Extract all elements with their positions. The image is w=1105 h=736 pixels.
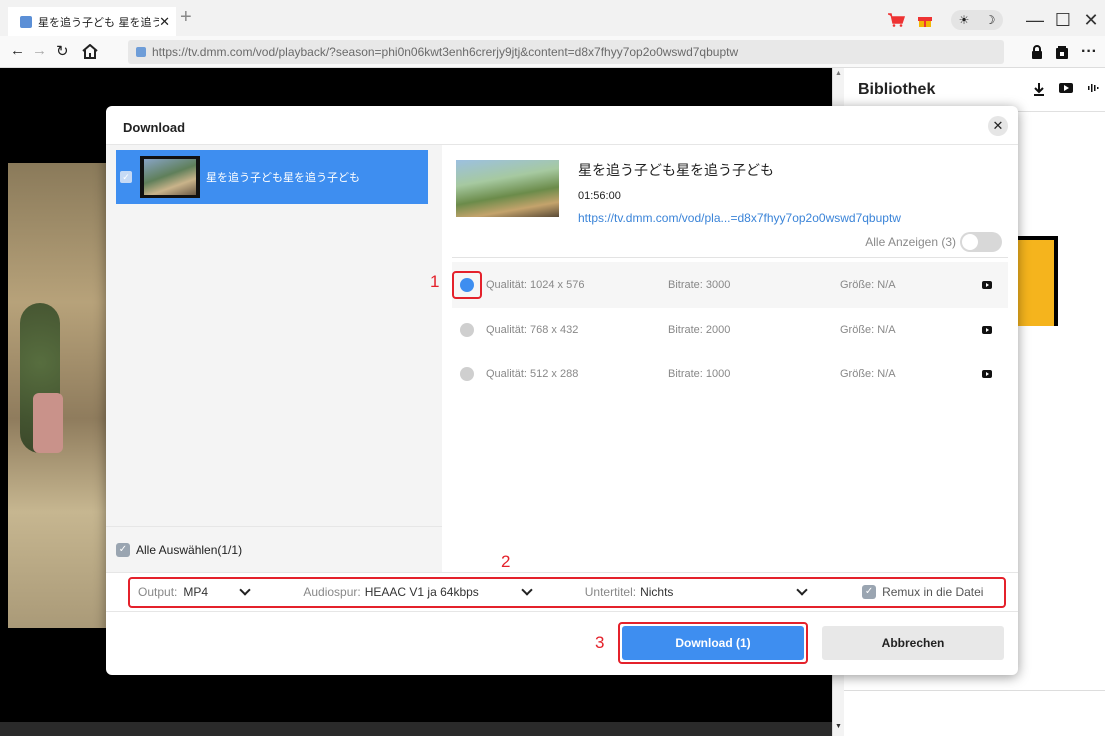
select-all-checkbox[interactable]: ✓ [116,542,130,557]
url-text: https://tv.dmm.com/vod/playback/?season=… [152,45,739,59]
minimize-button[interactable]: — [1021,10,1049,31]
tab-title: 星を追う子ども 星を追う [38,15,160,29]
select-all-label[interactable]: Alle Auswählen(1/1) [136,543,242,557]
dialog-title: Download [123,120,186,135]
back-icon[interactable]: ← [10,42,25,59]
maximize-button[interactable]: ☐ [1049,10,1077,31]
list-thumbnail [140,156,200,198]
dialog-close-button[interactable]: ✕ [988,116,1008,136]
annotation-box-1 [452,271,482,299]
padlock-icon[interactable] [1031,45,1043,59]
show-all-toggle[interactable] [960,232,1002,252]
library-tools [1033,82,1099,96]
download-dialog: Download ✕ ✓ 星を追う子ども星を追う子ども ✓ Alle Auswä… [106,106,1018,675]
video-title: 星を追う子ども星を追う子ども [578,163,774,179]
page-bottom-strip [0,722,832,736]
forward-icon[interactable]: → [32,42,47,59]
library-divider [844,690,1105,691]
show-all-control: Alle Anzeigen (3) [865,232,1002,252]
quality-divider [452,257,1008,258]
browser-tab[interactable]: 星を追う子ども 星を追う ✕ [8,7,176,36]
quality-row[interactable]: Qualität: 512 x 288 Bitrate: 1000 Größe:… [452,351,1008,397]
annotation-number-2: 2 [501,552,511,571]
video-frame [8,163,108,628]
home-icon[interactable] [82,44,98,59]
annotation-box-2 [128,577,1006,608]
quality-row[interactable]: Qualität: 1024 x 576 Bitrate: 3000 Größe… [452,262,1008,308]
gift-icon[interactable] [917,12,933,28]
library-artwork [1018,236,1058,326]
site-icon [136,47,146,57]
bitrate-label: Bitrate: 2000 [668,324,731,336]
quality-label: Qualität: 1024 x 576 [486,279,585,291]
titlebar-controls: ☀ ☽ — ☐ ✕ [887,6,1105,34]
audio-icon[interactable] [1087,82,1099,94]
scroll-down-icon[interactable]: ▼ [835,723,842,730]
quality-radio[interactable] [460,367,474,381]
size-label: Größe: N/A [840,279,896,291]
size-label: Größe: N/A [840,324,896,336]
video-link[interactable]: https://tv.dmm.com/vod/pla...=d8x7fhyy7o… [578,211,901,225]
tab-bar: 星を追う子ども 星を追う ✕ + ☀ ☽ — ☐ ✕ [0,0,1105,36]
reload-icon[interactable]: ↻ [56,42,69,60]
annotation-number-3: 3 [595,633,605,652]
scroll-up-icon[interactable]: ▲ [835,70,842,77]
video-detail: 星を追う子ども星を追う子ども 01:56:00 https://tv.dmm.c… [430,145,1018,572]
play-icon[interactable] [982,326,992,334]
list-item-title: 星を追う子ども星を追う子ども [206,171,360,184]
tab-close-icon[interactable]: ✕ [159,14,170,30]
cart-icon[interactable] [887,13,905,27]
play-icon[interactable] [982,281,992,289]
cancel-button[interactable]: Abbrechen [822,626,1004,660]
window-close-button[interactable]: ✕ [1077,10,1105,31]
play-icon[interactable] [982,370,992,378]
list-item[interactable]: ✓ 星を追う子ども星を追う子ども [116,150,428,204]
video-duration: 01:56:00 [578,190,621,202]
video-icon[interactable] [1059,82,1073,94]
favicon-icon [20,15,32,28]
bitrate-label: Bitrate: 1000 [668,368,731,380]
quality-radio[interactable] [460,323,474,337]
scene-bag [33,393,63,453]
toolbar-right: ··· [1031,43,1097,61]
bitrate-label: Bitrate: 3000 [668,279,731,291]
theme-toggle[interactable]: ☀ ☽ [951,10,1003,30]
annotation-box-3 [618,622,808,664]
size-label: Größe: N/A [840,368,896,380]
address-bar: ← → ↻ https://tv.dmm.com/vod/playback/?s… [0,36,1105,68]
video-list: ✓ 星を追う子ども星を追う子ども [106,145,442,572]
select-all-row: ✓ Alle Auswählen(1/1) [106,526,442,572]
quality-row[interactable]: Qualität: 768 x 432 Bitrate: 2000 Größe:… [452,307,1008,353]
new-tab-button[interactable]: + [180,6,192,29]
annotation-number-1: 1 [430,272,440,291]
download-icon[interactable] [1033,82,1045,96]
more-menu-icon[interactable]: ··· [1081,43,1097,61]
video-thumbnail [456,160,559,217]
quality-label: Qualität: 768 x 432 [486,324,579,336]
extension-icon[interactable] [1055,45,1069,59]
quality-label: Qualität: 512 x 288 [486,368,579,380]
sun-icon: ☀ [958,13,970,27]
list-item-checkbox[interactable]: ✓ [120,171,132,183]
url-field[interactable]: https://tv.dmm.com/vod/playback/?season=… [128,40,1004,64]
moon-icon: ☽ [984,13,996,27]
show-all-label: Alle Anzeigen (3) [865,235,956,249]
